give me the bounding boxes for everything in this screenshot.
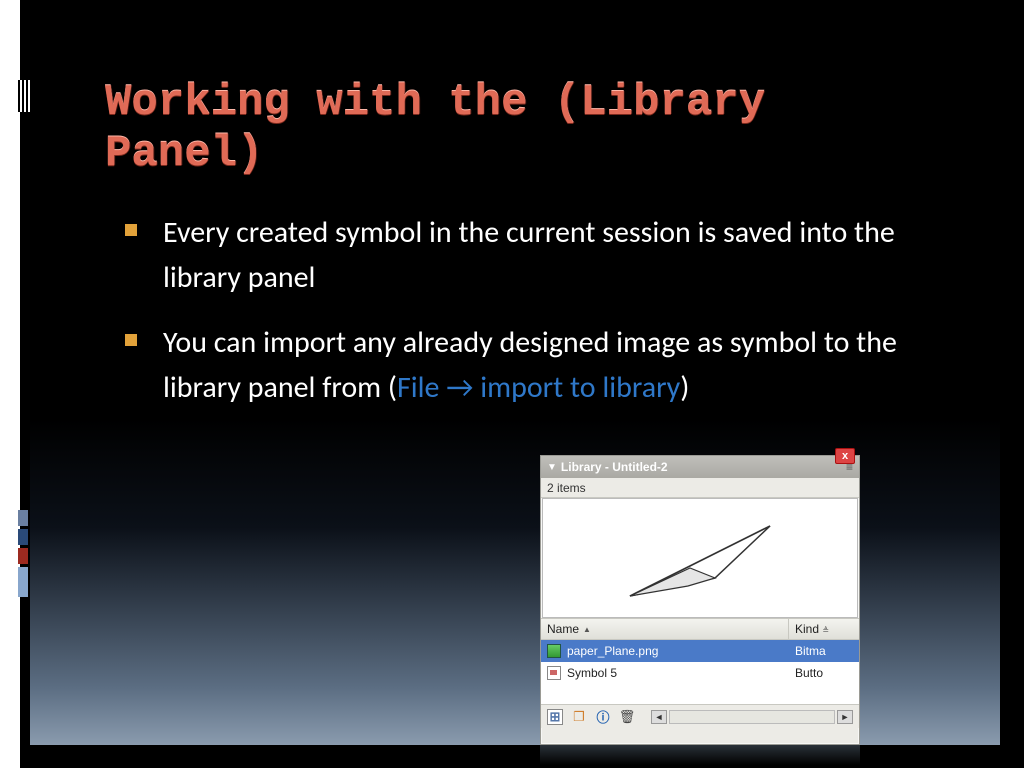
scroll-left-button[interactable]: ◄ <box>651 710 667 724</box>
slide-stage: Working with the (Library Panel) Every c… <box>0 0 1024 768</box>
close-icon[interactable]: x <box>835 448 855 464</box>
menu-path-import: import to library <box>480 369 680 406</box>
library-rows: paper_Plane.png Bitma Symbol 5 Butto <box>541 640 859 704</box>
paper-plane-icon <box>620 508 780 608</box>
library-row[interactable]: Symbol 5 Butto <box>541 662 859 684</box>
slide-title: Working with the (Library Panel) <box>105 78 925 179</box>
library-item-name: paper_Plane.png <box>567 644 658 658</box>
panel-reflection <box>540 745 860 765</box>
left-white-band <box>0 0 20 768</box>
panel-item-count: 2 items <box>541 478 859 498</box>
panel-collapse-icon[interactable]: ▼ <box>547 462 557 473</box>
column-headers: Name ▲ Kind ≜ <box>541 618 859 640</box>
scroll-right-button[interactable]: ► <box>837 710 853 724</box>
bullet-item: Every created symbol in the current sess… <box>125 210 945 300</box>
scroll-track[interactable] <box>669 710 835 724</box>
library-row[interactable]: paper_Plane.png Bitma <box>541 640 859 662</box>
side-ticks <box>18 510 28 600</box>
bullet-text-post: ) <box>680 369 689 406</box>
library-item-kind: Bitma <box>789 644 859 658</box>
new-symbol-button[interactable]: ⊞ <box>547 709 563 725</box>
library-preview <box>542 498 858 618</box>
horizontal-scrollbar[interactable]: ◄ ► <box>651 710 853 724</box>
bitmap-icon <box>547 644 561 658</box>
menu-path-file: File <box>397 369 439 406</box>
arrow-right-icon: → <box>446 369 473 406</box>
bullet-list: Every created symbol in the current sess… <box>125 210 945 430</box>
column-header-name[interactable]: Name ▲ <box>541 619 789 639</box>
panel-footer: ⊞ ❐ ⓘ 🗑 ◄ ► <box>541 704 859 728</box>
sort-asc-icon: ▲ <box>583 625 591 634</box>
column-header-kind[interactable]: Kind ≜ <box>789 619 859 639</box>
bullet-item: You can import any already designed imag… <box>125 320 945 410</box>
panel-title: Library - Untitled-2 <box>561 460 668 474</box>
bullet-text: Every created symbol in the current sess… <box>163 214 895 296</box>
properties-button[interactable]: ⓘ <box>595 709 611 725</box>
library-item-name: Symbol 5 <box>567 666 617 680</box>
delete-button[interactable]: 🗑 <box>619 709 635 725</box>
new-folder-button[interactable]: ❐ <box>571 709 587 725</box>
panel-titlebar[interactable]: ▼ Library - Untitled-2 ≡ x <box>541 456 859 478</box>
library-panel: ▼ Library - Untitled-2 ≡ x 2 items Name … <box>540 455 860 745</box>
button-symbol-icon <box>547 666 561 680</box>
sort-indicator-icon: ≜ <box>822 626 829 635</box>
library-item-kind: Butto <box>789 666 859 680</box>
